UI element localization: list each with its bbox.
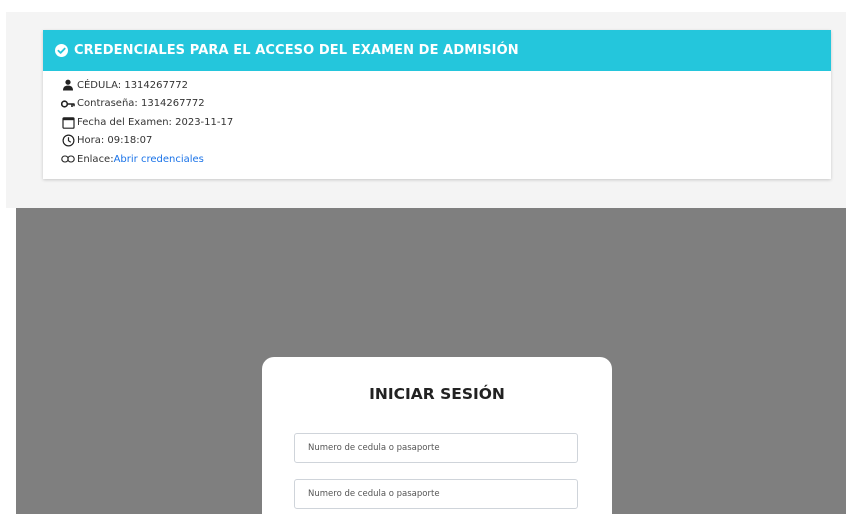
password-text: Contraseña: 1314267772 xyxy=(77,98,205,110)
check-circle-icon xyxy=(55,44,68,57)
credentials-card-title: CREDENCIALES PARA EL ACCESO DEL EXAMEN D… xyxy=(74,43,519,58)
password-row: Contraseña: 1314267772 xyxy=(61,95,233,114)
login-panel: INICIAR SESIÓN xyxy=(262,357,612,527)
exam-date-text: Fecha del Examen: 2023-11-17 xyxy=(77,116,234,128)
link-row: Enlace: Abrir credenciales xyxy=(61,150,233,169)
id-number-input-2[interactable] xyxy=(294,479,578,509)
link-prefix: Enlace: xyxy=(77,153,114,165)
cedula-text: CÉDULA: 1314267772 xyxy=(77,79,188,91)
link-icon xyxy=(61,152,75,166)
exam-date-row: Fecha del Examen: 2023-11-17 xyxy=(61,113,233,132)
cedula-row: CÉDULA: 1314267772 xyxy=(61,76,233,95)
user-icon xyxy=(61,78,75,92)
id-number-input[interactable] xyxy=(294,433,578,463)
key-icon xyxy=(61,97,75,111)
login-title: INICIAR SESIÓN xyxy=(369,385,505,403)
time-row: Hora: 09:18:07 xyxy=(61,132,233,151)
open-credentials-link[interactable]: Abrir credenciales xyxy=(114,154,204,165)
time-text: Hora: 09:18:07 xyxy=(77,135,153,147)
credentials-card: CREDENCIALES PARA EL ACCESO DEL EXAMEN D… xyxy=(43,30,831,179)
credentials-list: CÉDULA: 1314267772 Contraseña: 131426777… xyxy=(61,76,233,169)
clock-icon xyxy=(61,134,75,148)
credentials-card-header: CREDENCIALES PARA EL ACCESO DEL EXAMEN D… xyxy=(43,30,831,71)
calendar-icon xyxy=(61,115,75,129)
